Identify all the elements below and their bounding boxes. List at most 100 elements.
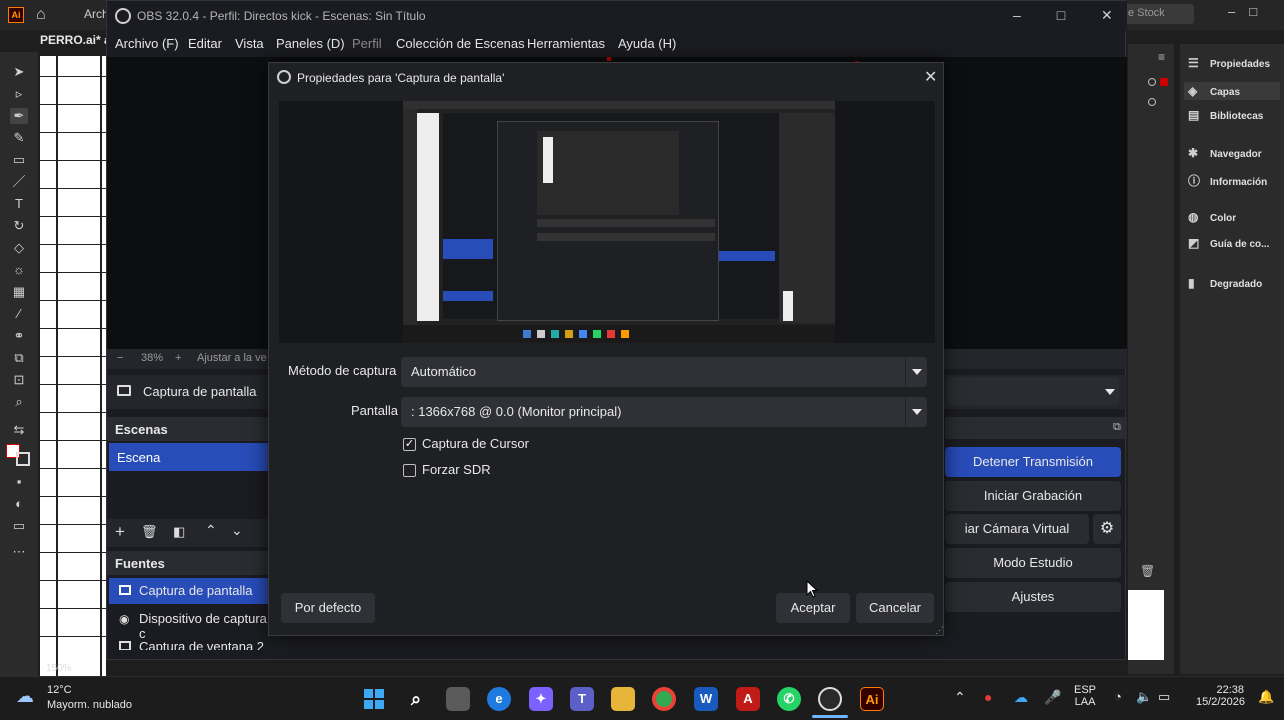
source-item[interactable]: Captura de ventana 2 xyxy=(109,634,269,650)
panel-degradado[interactable]: ▮ Degradado xyxy=(1188,276,1262,290)
capture-method-select[interactable]: Automático xyxy=(401,357,927,387)
virtual-camera-button[interactable]: iar Cámara Virtual xyxy=(945,514,1089,544)
blend-tool-icon[interactable]: ⚭ xyxy=(10,328,28,344)
clock[interactable]: 22:38 15/2/2026 xyxy=(1196,684,1245,708)
shape-builder-icon[interactable]: ⧉ xyxy=(10,350,28,366)
menu-archivo[interactable]: Archivo (F) xyxy=(115,36,179,51)
panel-propiedades[interactable]: ☰ Propiedades xyxy=(1188,56,1270,70)
type-tool-icon[interactable]: T xyxy=(10,196,28,212)
artboard-tool-icon[interactable]: ⊡ xyxy=(10,372,28,388)
whatsapp-icon[interactable]: ✆ xyxy=(777,687,801,711)
menu-editar[interactable]: Editar xyxy=(188,36,222,51)
swap-colors-icon[interactable]: ⇆ xyxy=(10,422,28,438)
menu-coleccion-escenas[interactable]: Colección de Escenas xyxy=(396,36,525,51)
menu-perfil[interactable]: Perfil xyxy=(352,36,382,51)
search-icon[interactable]: ⌕ xyxy=(404,687,428,711)
stock-search-input[interactable]: e Stock xyxy=(1120,4,1194,24)
minimize-icon[interactable]: – xyxy=(1013,7,1021,23)
transition-dropdown[interactable] xyxy=(947,377,1119,405)
dropdown-button[interactable] xyxy=(905,357,927,387)
wifi-icon[interactable]: ◔ xyxy=(1114,689,1122,704)
panel-color[interactable]: ◍ Color xyxy=(1188,210,1236,224)
start-recording-button[interactable]: Iniciar Grabación xyxy=(945,481,1121,511)
cancel-button[interactable]: Cancelar xyxy=(856,593,934,623)
illustrator-zoom-level[interactable]: 150% xyxy=(46,663,72,674)
tray-app-icon[interactable]: ● xyxy=(984,689,992,705)
selection-tool-icon[interactable]: ➤ xyxy=(10,64,28,80)
illustrator-logo-icon[interactable]: Ai xyxy=(8,7,24,23)
panel-guia-color[interactable]: ◩ Guía de co... xyxy=(1188,236,1269,250)
zoom-in-button[interactable]: + xyxy=(175,352,181,364)
stroke-color-icon[interactable] xyxy=(16,452,30,466)
gradient-tool-icon[interactable]: ▦ xyxy=(10,284,28,300)
dropdown-button[interactable] xyxy=(905,397,927,427)
acrobat-icon[interactable]: A xyxy=(736,687,760,711)
add-scene-icon[interactable]: + xyxy=(115,522,125,542)
capture-cursor-option[interactable]: ✓ Captura de Cursor xyxy=(403,436,529,454)
source-item[interactable]: Captura de pantalla xyxy=(109,578,269,604)
zoom-out-button[interactable]: − xyxy=(117,352,123,364)
gear-icon[interactable]: ⚙ xyxy=(1093,514,1121,544)
weather-desc[interactable]: Mayorm. nublado xyxy=(47,699,132,711)
illustrator-taskbar-icon[interactable]: Ai xyxy=(860,687,884,711)
menu-vista[interactable]: Vista xyxy=(235,36,264,51)
remove-scene-icon[interactable]: 🗑 xyxy=(141,524,158,540)
source-item[interactable]: ◉ Dispositivo de captura c xyxy=(109,606,269,641)
layer-visibility-icon[interactable] xyxy=(1148,78,1156,86)
direct-selection-tool-icon[interactable]: ▹ xyxy=(10,86,28,102)
task-view-icon[interactable] xyxy=(446,687,470,711)
rotate-tool-icon[interactable]: ↻ xyxy=(10,218,28,234)
menu-ayuda[interactable]: Ayuda (H) xyxy=(618,36,676,51)
illustrator-menu-archivo[interactable]: Arch xyxy=(84,7,109,21)
defaults-button[interactable]: Por defecto xyxy=(281,593,375,623)
color-mode-icon[interactable]: ▪ xyxy=(10,474,28,490)
panel-navegador[interactable]: ✱ Navegador xyxy=(1188,146,1262,160)
language-indicator[interactable]: ESP LAA xyxy=(1074,684,1096,708)
display-select[interactable]: : 1366x768 @ 0.0 (Monitor principal) xyxy=(401,397,927,427)
more-tools-icon[interactable]: ⋯ xyxy=(10,544,28,560)
panel-informacion[interactable]: ⓘ Información xyxy=(1188,172,1267,189)
layer-visibility-icon[interactable] xyxy=(1148,98,1156,106)
rectangle-tool-icon[interactable]: ▭ xyxy=(10,152,28,168)
trash-icon[interactable]: 🗑 xyxy=(1140,564,1155,578)
force-sdr-checkbox[interactable] xyxy=(403,464,416,478)
zoom-tool-icon[interactable]: ⌕ xyxy=(10,394,28,410)
illustrator-window-controls[interactable]: –□ xyxy=(1228,4,1271,19)
panel-menu-icon[interactable]: ≡ xyxy=(1158,50,1165,64)
tray-overflow-icon[interactable]: ⌃ xyxy=(954,689,966,706)
microphone-icon[interactable]: 🎤 xyxy=(1044,689,1061,706)
resize-grip-icon[interactable]: ⋰ xyxy=(935,625,944,636)
teams-icon[interactable]: T xyxy=(570,687,594,711)
draw-mode-icon[interactable]: ◐ xyxy=(10,496,28,512)
eraser-tool-icon[interactable]: ◇ xyxy=(10,240,28,256)
menu-paneles[interactable]: Paneles (D) xyxy=(276,36,345,51)
menu-herramientas[interactable]: Herramientas xyxy=(527,36,605,51)
maximize-icon[interactable]: □ xyxy=(1057,7,1065,23)
notifications-icon[interactable]: 🔔 xyxy=(1258,689,1274,705)
force-sdr-option[interactable]: Forzar SDR xyxy=(403,462,491,480)
filters-icon[interactable]: ◧ xyxy=(173,524,185,540)
scene-item[interactable]: Escena xyxy=(109,443,269,471)
move-down-icon[interactable]: ⌄ xyxy=(231,522,243,539)
illustrator-document-tab[interactable]: PERRO.ai* a xyxy=(40,33,111,47)
stop-stream-button[interactable]: Detener Transmisión xyxy=(945,447,1121,477)
weather-temp[interactable]: 12°C xyxy=(47,684,72,696)
weather-icon[interactable]: ☁ xyxy=(16,686,34,707)
eyedropper-tool-icon[interactable]: ⁄ xyxy=(10,306,28,322)
panel-capas[interactable]: ◈ Capas xyxy=(1184,82,1280,100)
start-icon[interactable] xyxy=(362,687,386,711)
obs-taskbar-icon[interactable] xyxy=(818,687,842,711)
studio-mode-button[interactable]: Modo Estudio xyxy=(945,548,1121,578)
close-icon[interactable]: ✕ xyxy=(1101,7,1113,23)
battery-icon[interactable]: ▭ xyxy=(1158,689,1170,705)
onedrive-icon[interactable]: ☁ xyxy=(1014,689,1028,706)
copilot-icon[interactable]: ✦ xyxy=(529,687,553,711)
brush-tool-icon[interactable]: ✎ xyxy=(10,130,28,146)
zoom-fit-button[interactable]: Ajustar a la ve xyxy=(197,352,267,364)
dock-float-icon[interactable]: ⧉ xyxy=(1113,421,1121,434)
screen-mode-icon[interactable]: ▭ xyxy=(10,518,28,534)
warp-tool-icon[interactable]: ☼ xyxy=(10,262,28,278)
edge-icon[interactable]: e xyxy=(487,687,511,711)
volume-icon[interactable]: 🔈 xyxy=(1136,689,1152,705)
panel-bibliotecas[interactable]: ▤ Bibliotecas xyxy=(1188,108,1263,122)
